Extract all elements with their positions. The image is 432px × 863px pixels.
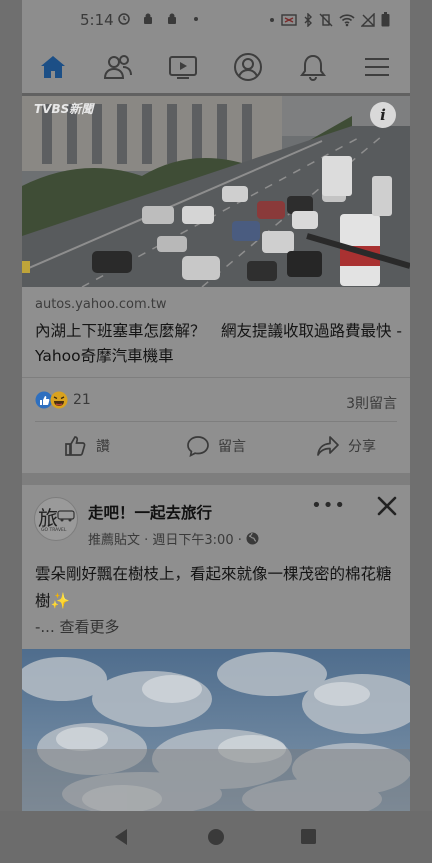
- share-button[interactable]: 分享: [316, 435, 376, 457]
- post2-card: 旅 GO TRAVEL 走吧！一起去旅行 推薦貼文 · 週日下午3:00 · •…: [22, 485, 410, 649]
- close-icon[interactable]: [376, 495, 398, 517]
- bluetooth-icon: [304, 12, 312, 27]
- avatar-logo-text: 旅: [38, 506, 58, 530]
- android-icon: [168, 13, 176, 24]
- cast-icon: [281, 13, 297, 26]
- link-domain: autos.yahoo.com.tw: [35, 297, 167, 312]
- thumbs-up-icon: [65, 436, 86, 456]
- home-icon: [41, 56, 65, 78]
- page-avatar[interactable]: 旅 GO TRAVEL: [34, 497, 78, 541]
- divider: [22, 377, 410, 378]
- comments-count[interactable]: 3則留言: [346, 393, 397, 413]
- nav-profile[interactable]: [231, 50, 265, 84]
- status-time: 5:14: [80, 11, 114, 29]
- battery-icon: [381, 12, 390, 27]
- share-label: 分享: [348, 439, 376, 455]
- clouds-photo: [22, 649, 410, 811]
- vibrate-off-icon: [319, 13, 333, 26]
- recents-icon[interactable]: [300, 828, 317, 845]
- haha-reaction-icon: [50, 391, 68, 409]
- nav-watch[interactable]: [166, 50, 200, 84]
- friends-icon: [103, 55, 132, 79]
- dot-icon: [270, 17, 274, 22]
- nav-notifications[interactable]: [296, 50, 330, 84]
- home-button-icon[interactable]: [207, 828, 225, 846]
- watch-icon: [169, 56, 197, 79]
- nav-home[interactable]: [36, 50, 70, 84]
- profile-icon: [234, 53, 262, 81]
- bell-icon: [300, 54, 326, 81]
- traffic-photo: [22, 96, 410, 287]
- bus-icon: [57, 510, 75, 522]
- comment-button[interactable]: 留言: [186, 435, 246, 457]
- post2-image[interactable]: [22, 649, 410, 811]
- wifi-icon: [339, 13, 355, 26]
- status-bar: 5:14: [22, 0, 410, 40]
- see-more-link[interactable]: -... 查看更多: [35, 616, 120, 637]
- top-nav: [22, 40, 410, 96]
- alarm-icon: [118, 13, 130, 25]
- feed-divider: [22, 473, 410, 485]
- screen: 5:14 TVBS新聞 i autos.yahoo.com.tw 內湖上下班塞車…: [0, 0, 432, 863]
- comment-icon: [187, 436, 209, 457]
- notification-dot-icon: [194, 17, 198, 21]
- more-options-icon[interactable]: •••: [311, 495, 346, 516]
- post-meta: 推薦貼文 · 週日下午3:00 ·: [88, 529, 259, 548]
- info-icon[interactable]: i: [370, 102, 396, 128]
- link-title[interactable]: 內湖上下班塞車怎麼解？ 網友提議收取過路費最快 - Yahoo奇摩汽車機車: [35, 319, 403, 369]
- post-meta-text: 推薦貼文 · 週日下午3:00 ·: [88, 533, 242, 548]
- reactions-summary[interactable]: 21: [35, 391, 91, 409]
- globe-icon: [246, 532, 259, 545]
- signal-off-icon: [361, 12, 375, 27]
- like-button[interactable]: 讚: [64, 435, 110, 457]
- status-right-icons: [269, 12, 390, 27]
- back-icon[interactable]: [113, 828, 129, 846]
- nav-menu[interactable]: [360, 50, 394, 84]
- post1-link-card[interactable]: autos.yahoo.com.tw 內湖上下班塞車怎麼解？ 網友提議收取過路費…: [22, 287, 410, 473]
- like-label: 讚: [96, 439, 110, 455]
- avatar-subtext: GO TRAVEL: [41, 528, 67, 533]
- menu-icon: [365, 58, 389, 76]
- tvbs-logo: TVBS新聞: [34, 102, 94, 116]
- reaction-count: 21: [73, 392, 91, 408]
- comment-label: 留言: [218, 439, 246, 455]
- post-text: 雲朵剛好飄在樹枝上，看起來就像一棵茂密的棉花糖樹✨: [35, 565, 392, 610]
- page-name[interactable]: 走吧！一起去旅行: [88, 501, 212, 523]
- nav-friends[interactable]: [101, 50, 135, 84]
- divider: [35, 421, 397, 422]
- system-navigation-bar: [0, 811, 432, 863]
- post1-image[interactable]: TVBS新聞 i: [22, 96, 410, 287]
- share-icon: [317, 436, 339, 456]
- android-icon: [144, 13, 152, 24]
